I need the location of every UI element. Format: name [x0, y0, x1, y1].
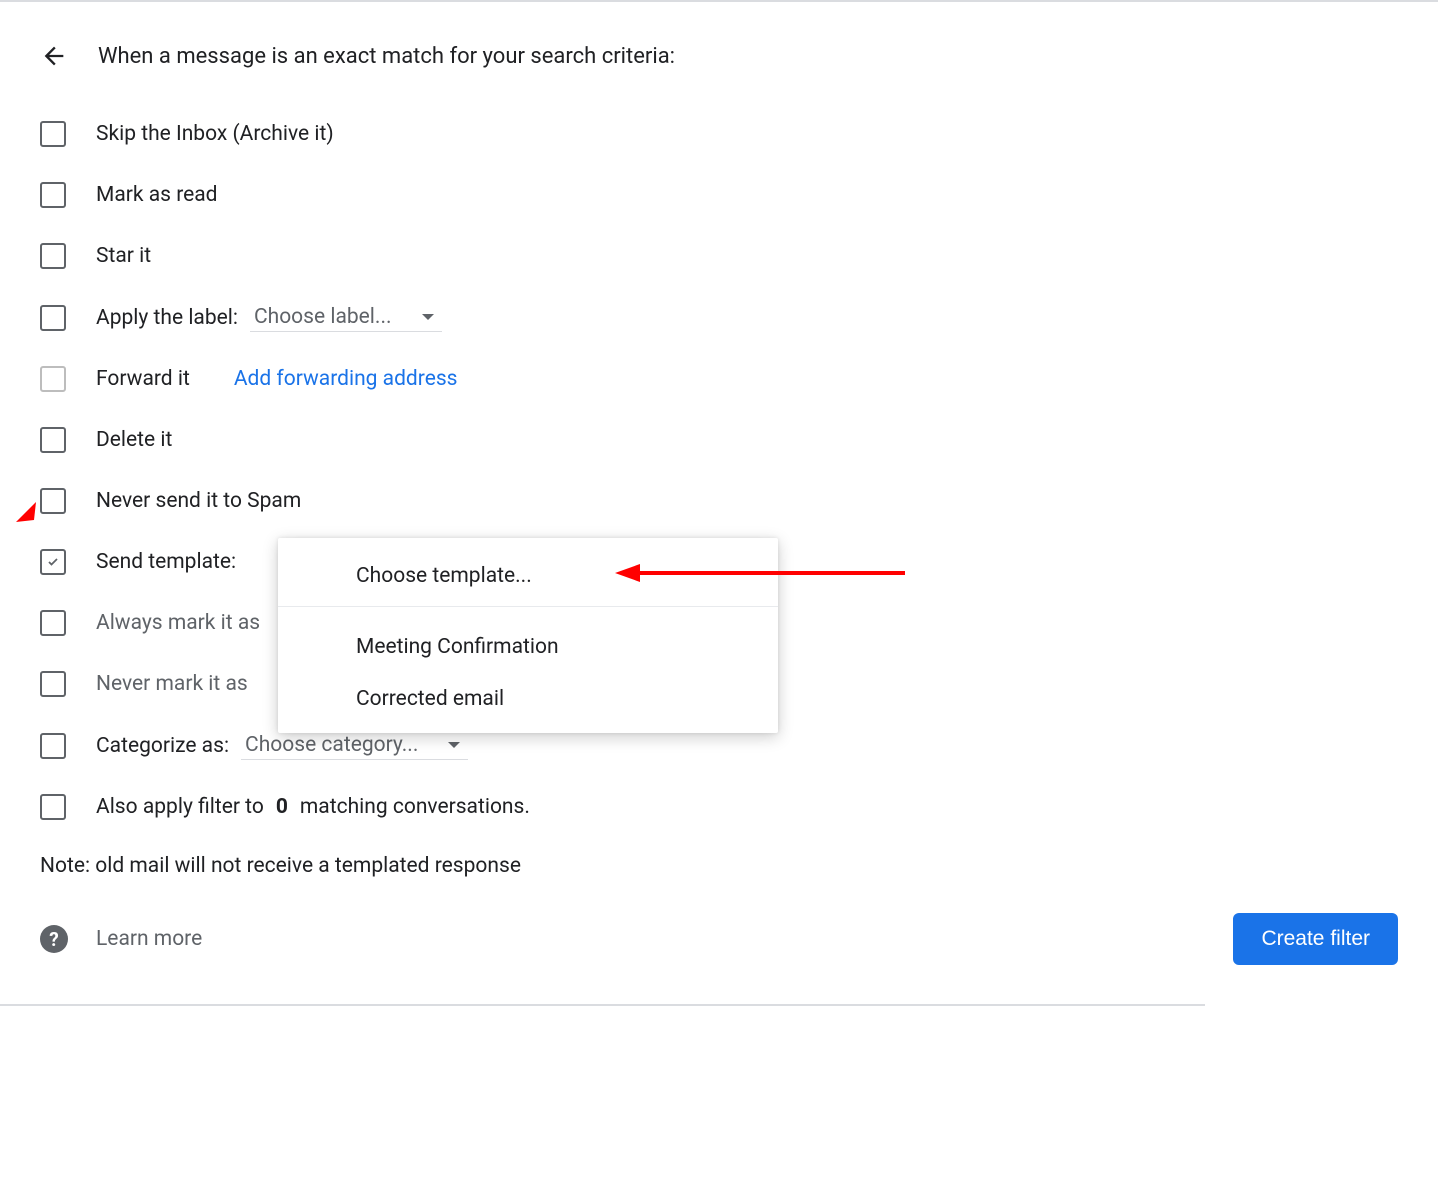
note-text: Note: old mail will not receive a templa… [40, 854, 1398, 878]
checkbox-always-important[interactable] [40, 610, 66, 636]
label-never-important: Never mark it as [96, 672, 271, 696]
label-also-apply: Also apply filter to 0 matching conversa… [96, 795, 530, 819]
filter-dialog: When a message is an exact match for you… [0, 2, 1438, 1005]
checkbox-send-template[interactable] [40, 549, 66, 575]
label-also-apply-suffix: matching conversations. [300, 795, 530, 819]
label-send-template: Send template: [96, 550, 236, 574]
label-never-spam: Never send it to Spam [96, 489, 301, 513]
footer: ? Learn more Create filter [40, 913, 1398, 965]
caret-down-icon [448, 742, 460, 748]
option-forward: Forward it Add forwarding address [40, 365, 1398, 393]
link-learn-more[interactable]: Learn more [96, 927, 202, 951]
checkbox-star[interactable] [40, 243, 66, 269]
create-filter-button[interactable]: Create filter [1233, 913, 1398, 965]
bottom-divider [0, 1004, 1205, 1006]
option-star: Star it [40, 242, 1398, 270]
label-always-important: Always mark it as [96, 611, 271, 635]
checkbox-categorize[interactable] [40, 733, 66, 759]
label-skip-inbox: Skip the Inbox (Archive it) [96, 122, 334, 146]
dropdown-item-corrected[interactable]: Corrected email [278, 673, 778, 725]
label-categorize-text: Categorize as: [96, 734, 229, 758]
option-apply-label: Apply the label: Choose label... [40, 303, 1398, 332]
checkbox-delete[interactable] [40, 427, 66, 453]
header-title: When a message is an exact match for you… [98, 44, 675, 69]
label-also-apply-count: 0 [276, 795, 288, 819]
select-choose-label-text: Choose label... [254, 305, 392, 329]
caret-down-icon [422, 314, 434, 320]
annotation-arrow-left [6, 492, 40, 526]
back-arrow-icon[interactable] [40, 42, 68, 70]
option-mark-read: Mark as read [40, 181, 1398, 209]
header: When a message is an exact match for you… [40, 42, 1398, 70]
checkbox-never-spam[interactable] [40, 488, 66, 514]
label-categorize: Categorize as: Choose category... [96, 731, 468, 760]
checkbox-also-apply[interactable] [40, 794, 66, 820]
select-choose-category-text: Choose category... [245, 733, 418, 757]
option-skip-inbox: Skip the Inbox (Archive it) [40, 120, 1398, 148]
select-choose-label[interactable]: Choose label... [250, 303, 442, 332]
label-apply-label-text: Apply the label: [96, 306, 238, 330]
label-mark-read: Mark as read [96, 183, 218, 207]
option-also-apply: Also apply filter to 0 matching conversa… [40, 793, 1398, 821]
label-forward: Forward it Add forwarding address [96, 367, 458, 391]
label-forward-text: Forward it [96, 367, 190, 391]
label-apply-label: Apply the label: Choose label... [96, 303, 442, 332]
option-delete: Delete it [40, 426, 1398, 454]
checkbox-apply-label[interactable] [40, 305, 66, 331]
annotation-arrow-right [615, 558, 915, 588]
checkbox-never-important[interactable] [40, 671, 66, 697]
label-delete: Delete it [96, 428, 172, 452]
label-also-apply-prefix: Also apply filter to [96, 795, 264, 819]
select-choose-category[interactable]: Choose category... [241, 731, 468, 760]
link-add-forwarding[interactable]: Add forwarding address [234, 367, 458, 391]
checkbox-skip-inbox[interactable] [40, 121, 66, 147]
option-never-spam: Never send it to Spam [40, 487, 1398, 515]
label-star: Star it [96, 244, 151, 268]
dropdown-item-meeting[interactable]: Meeting Confirmation [278, 621, 778, 673]
checkbox-mark-read[interactable] [40, 182, 66, 208]
help-row: ? Learn more [40, 925, 202, 953]
help-icon[interactable]: ? [40, 925, 68, 953]
option-categorize: Categorize as: Choose category... [40, 731, 1398, 760]
checkbox-forward[interactable] [40, 366, 66, 392]
